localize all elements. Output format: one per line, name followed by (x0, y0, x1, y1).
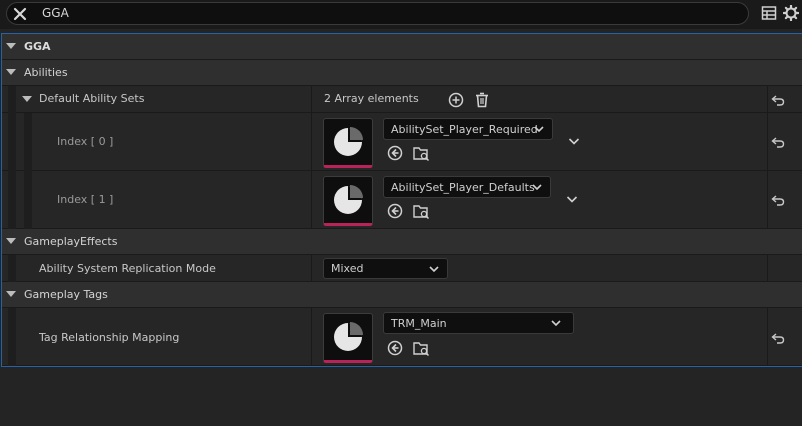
browse-folder-icon[interactable] (412, 202, 430, 220)
empty-area (0, 367, 802, 426)
chevron-down-icon (532, 184, 542, 191)
category-gameplay-effects[interactable]: GameplayEffects (2, 229, 802, 255)
array-element-row: Index [ 0 ] AbilitySet_Player_Required (2, 113, 802, 171)
asset-name: AbilitySet_Player_Defaults (391, 181, 535, 194)
asset-name: AbilitySet_Player_Required (391, 123, 538, 136)
search-input[interactable]: GGA (6, 2, 749, 25)
default-ability-sets-row: Default Ability Sets 2 Array elements (2, 86, 802, 113)
collapse-arrow-icon[interactable] (6, 291, 16, 297)
asset-thumbnail[interactable] (323, 176, 373, 226)
asset-thumbnail[interactable] (323, 313, 373, 363)
add-element-icon[interactable] (447, 91, 465, 109)
array-element-row: Index [ 1 ] AbilitySet_Player_Defaults (2, 171, 802, 229)
asset-picker-combo[interactable]: AbilitySet_Player_Defaults (383, 176, 551, 198)
element-index-label: Index [ 0 ] (57, 135, 114, 148)
asset-pie-icon (334, 127, 363, 156)
category-label: Gameplay Tags (24, 288, 108, 301)
default-ability-sets-label: Default Ability Sets (39, 92, 145, 105)
use-selected-icon[interactable] (386, 339, 404, 357)
chevron-down-icon (551, 320, 561, 327)
asset-name: TRM_Main (391, 317, 447, 330)
replication-mode-row: Ability System Replication Mode Mixed (2, 255, 802, 282)
category-label: GameplayEffects (24, 235, 118, 248)
reset-to-default-icon[interactable] (771, 94, 785, 106)
tag-mapping-row: Tag Relationship Mapping TRM_Main (2, 308, 802, 366)
details-toolbar: GGA (0, 0, 802, 29)
replication-mode-value: Mixed (331, 262, 364, 275)
browse-folder-icon[interactable] (412, 144, 430, 162)
collapse-arrow-icon[interactable] (6, 43, 16, 49)
reset-to-default-icon[interactable] (771, 332, 785, 344)
asset-thumbnail[interactable] (323, 118, 373, 168)
category-gameplay-tags[interactable]: Gameplay Tags (2, 282, 802, 308)
asset-picker-combo[interactable]: TRM_Main (383, 312, 574, 334)
reset-to-default-icon[interactable] (771, 194, 785, 206)
element-index-label: Index [ 1 ] (57, 193, 114, 206)
grid-view-icon[interactable] (761, 5, 777, 21)
gear-icon[interactable] (783, 5, 799, 21)
reset-to-default-icon[interactable] (771, 136, 785, 148)
category-label: GGA (24, 40, 51, 53)
asset-pie-icon (334, 185, 363, 214)
expand-chevron-icon[interactable] (566, 195, 578, 204)
category-abilities[interactable]: Abilities (2, 60, 802, 86)
collapse-arrow-icon[interactable] (22, 96, 32, 102)
array-count: 2 Array elements (324, 92, 419, 105)
asset-picker-combo[interactable]: AbilitySet_Player_Required (383, 118, 553, 140)
category-gga[interactable]: GGA (2, 34, 802, 60)
close-icon[interactable] (11, 5, 29, 23)
expand-chevron-icon[interactable] (568, 137, 580, 146)
asset-pie-icon (334, 322, 363, 351)
trash-icon[interactable] (473, 91, 491, 109)
chevron-down-icon (429, 266, 439, 273)
use-selected-icon[interactable] (386, 202, 404, 220)
category-label: Abilities (24, 66, 68, 79)
browse-folder-icon[interactable] (412, 339, 430, 357)
collapse-arrow-icon[interactable] (6, 69, 16, 75)
collapse-arrow-icon[interactable] (6, 238, 16, 244)
chevron-down-icon (534, 126, 544, 133)
replication-mode-select[interactable]: Mixed (323, 258, 448, 279)
replication-mode-label: Ability System Replication Mode (39, 262, 216, 275)
details-panel: GGA Abilities Default Ability Sets 2 Arr… (1, 33, 802, 367)
search-value: GGA (42, 6, 69, 20)
tag-mapping-label: Tag Relationship Mapping (39, 331, 180, 344)
use-selected-icon[interactable] (386, 144, 404, 162)
